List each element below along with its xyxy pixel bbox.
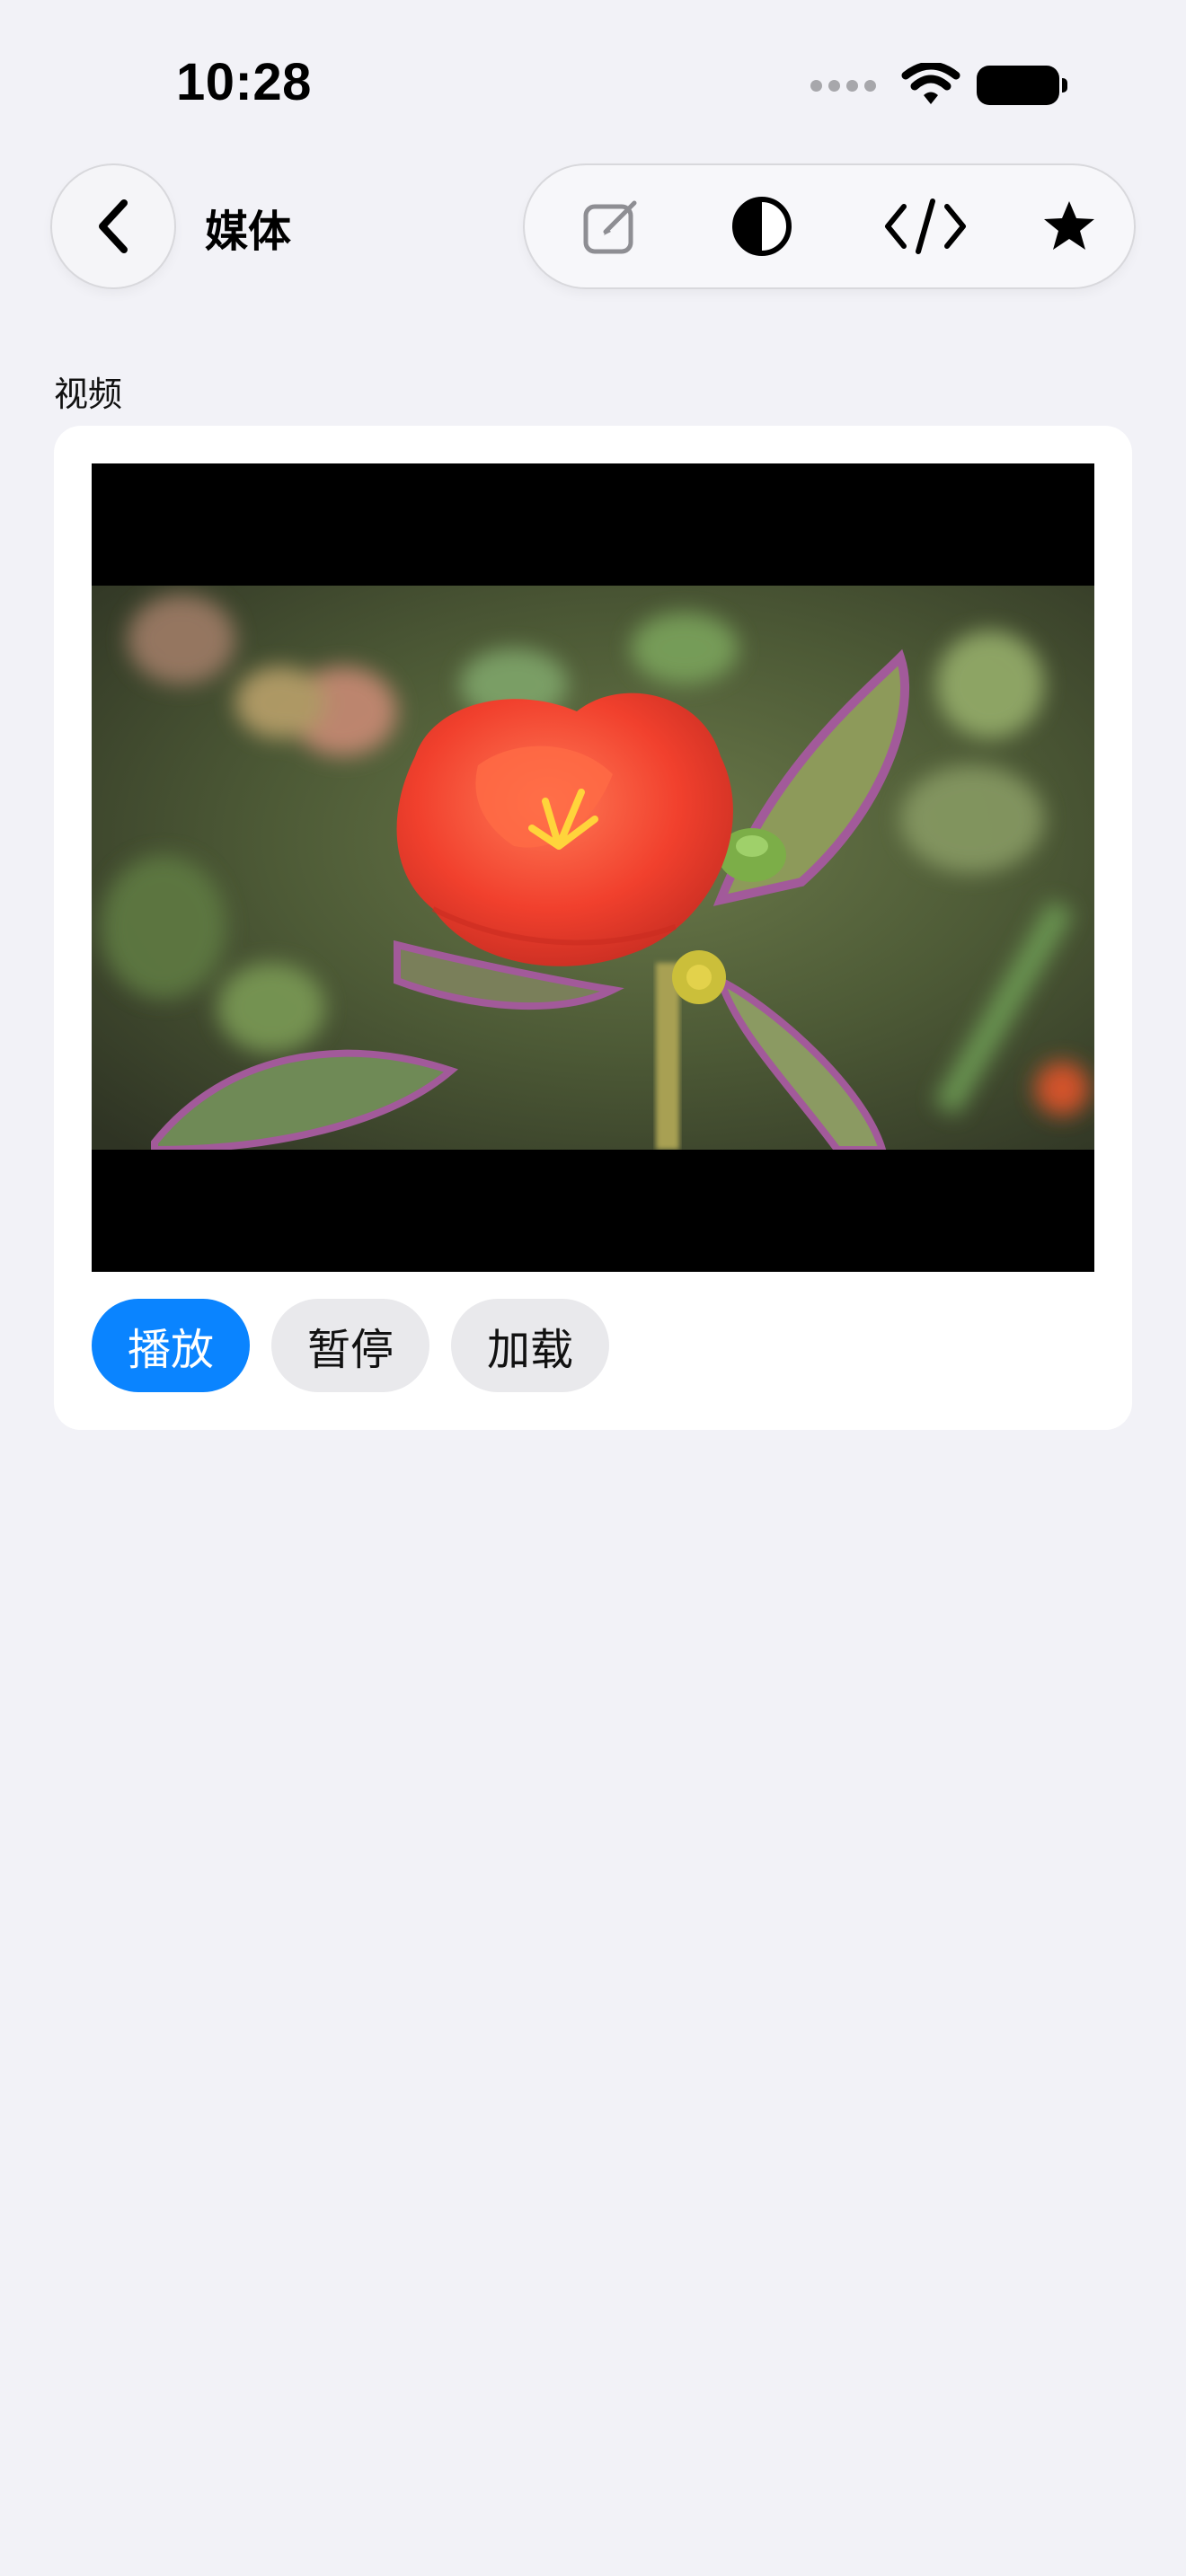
section-label: 视频 [54,375,123,414]
status-time: 10:28 [176,53,312,111]
appearance-button[interactable] [717,181,807,271]
star-icon [1044,201,1094,250]
chevron-left-icon [99,199,128,253]
back-button[interactable] [52,165,174,287]
code-button[interactable] [881,181,970,271]
wifi-icon [901,63,960,104]
video-card: 播放 暂停 加载 [54,426,1132,1430]
contrast-icon [732,197,792,256]
battery-icon [977,66,1067,105]
page-title: 媒体 [205,207,292,257]
play-button[interactable]: 播放 [92,1299,251,1392]
toolbar [525,165,1134,287]
video-frame-image [92,586,1094,1150]
edit-icon [583,200,637,254]
pause-button[interactable]: 暂停 [271,1299,430,1392]
video-player[interactable] [92,463,1094,1272]
edit-button[interactable] [566,181,656,271]
signal-dots-icon [810,79,876,92]
load-button[interactable]: 加载 [451,1299,610,1392]
status-indicators [810,63,1067,108]
media-controls: 播放 暂停 加载 [92,1299,610,1392]
favorite-button[interactable] [1024,181,1114,271]
code-icon [885,198,966,254]
